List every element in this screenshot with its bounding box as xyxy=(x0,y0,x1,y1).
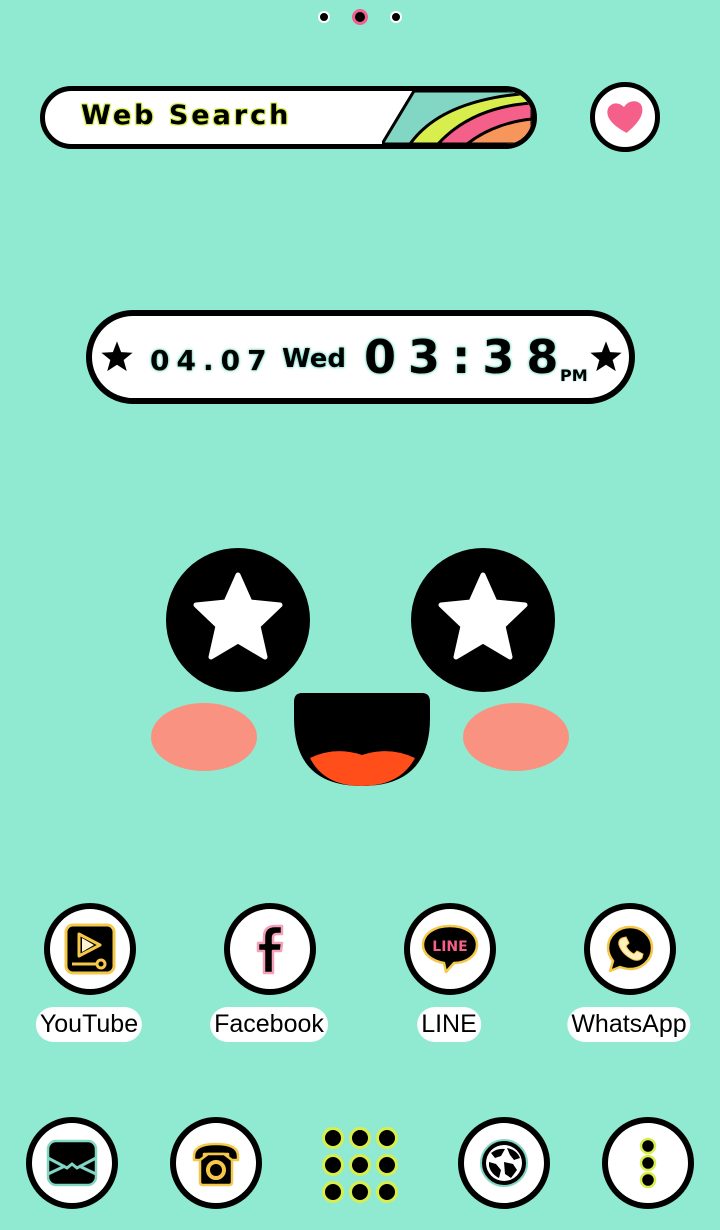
envelope-icon xyxy=(46,1139,98,1187)
line-icon: LINE xyxy=(421,924,479,974)
phone-icon xyxy=(192,1142,240,1187)
globe-icon xyxy=(480,1139,528,1187)
facebook-icon xyxy=(256,924,284,975)
star-icon xyxy=(101,341,133,372)
app-whatsapp[interactable]: WhatsApp xyxy=(554,903,704,1043)
app-label: LINE xyxy=(417,1007,481,1042)
star-icon xyxy=(590,341,622,372)
page-dot[interactable] xyxy=(390,11,402,23)
grid-dot xyxy=(322,1154,344,1176)
app-youtube[interactable]: YouTube xyxy=(14,903,164,1043)
grid-dot xyxy=(349,1127,371,1149)
dock-email-button[interactable] xyxy=(26,1117,118,1209)
clock-ampm: PM xyxy=(560,366,588,385)
facebook-app-icon[interactable] xyxy=(224,903,316,995)
app-label: YouTube xyxy=(35,1007,143,1042)
clock-weekday: Wed xyxy=(282,344,346,374)
dock-browser-button[interactable] xyxy=(458,1117,550,1209)
left-eye xyxy=(166,548,310,692)
app-drawer-button[interactable] xyxy=(322,1127,398,1203)
heart-icon xyxy=(607,101,643,133)
more-vertical-icon xyxy=(639,1137,657,1189)
grid-dot xyxy=(376,1154,398,1176)
whatsapp-icon xyxy=(606,925,654,973)
page-indicator xyxy=(318,8,402,26)
app-label: Facebook xyxy=(210,1007,328,1042)
grid-dot xyxy=(349,1154,371,1176)
web-search-bar[interactable]: Web Search xyxy=(40,86,537,149)
favorites-button[interactable] xyxy=(590,82,660,152)
dock-phone-button[interactable] xyxy=(170,1117,262,1209)
whatsapp-app-icon[interactable] xyxy=(584,903,676,995)
search-label: Web Search xyxy=(81,100,292,131)
grid-dot xyxy=(376,1181,398,1203)
right-eye xyxy=(411,548,555,692)
dock-menu-button[interactable] xyxy=(602,1117,694,1209)
rainbow-decoration xyxy=(382,91,532,144)
grid-dot xyxy=(376,1127,398,1149)
clock-widget[interactable]: 04.07 Wed 03:38 PM xyxy=(86,310,635,404)
right-cheek xyxy=(463,703,569,771)
line-app-icon[interactable]: LINE xyxy=(404,903,496,995)
app-line[interactable]: LINE LINE xyxy=(374,903,524,1043)
grid-dot xyxy=(322,1127,344,1149)
line-icon-text: LINE xyxy=(432,939,467,955)
youtube-icon xyxy=(64,923,116,975)
grid-dot xyxy=(349,1181,371,1203)
left-cheek xyxy=(151,703,257,771)
kawaii-face-wallpaper xyxy=(151,548,569,786)
app-label: WhatsApp xyxy=(567,1007,691,1042)
youtube-app-icon[interactable] xyxy=(44,903,136,995)
app-facebook[interactable]: Facebook xyxy=(194,903,344,1043)
mouth xyxy=(294,693,430,786)
clock-time: 03:38 xyxy=(364,330,571,384)
page-dot-active[interactable] xyxy=(352,9,368,25)
grid-dot xyxy=(322,1181,344,1203)
page-dot[interactable] xyxy=(318,11,330,23)
clock-date: 04.07 xyxy=(150,344,274,377)
